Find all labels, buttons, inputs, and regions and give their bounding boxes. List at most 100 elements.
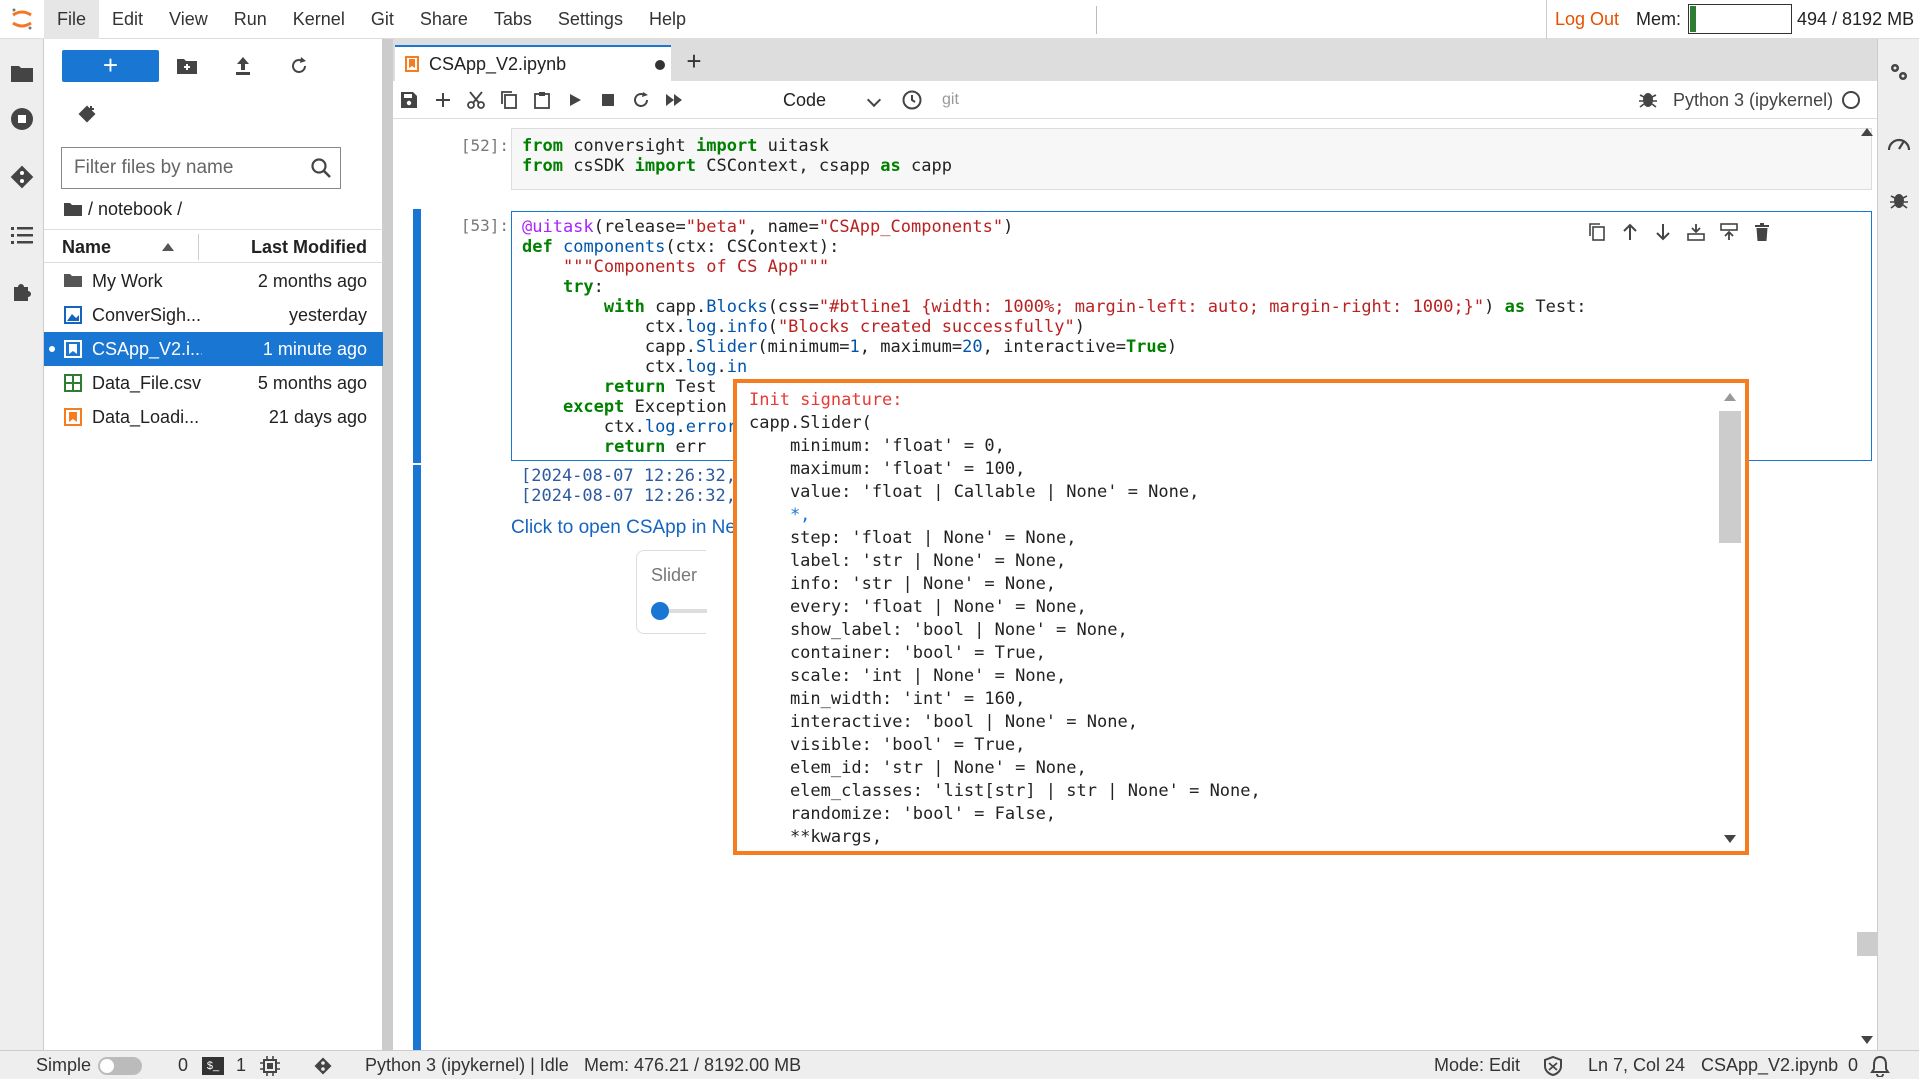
debugger-icon[interactable]: [1886, 187, 1912, 213]
cut-icon[interactable]: [462, 86, 490, 114]
git-clone-icon[interactable]: [72, 99, 102, 129]
kernel-chip-icon[interactable]: [260, 1056, 280, 1076]
chevron-down-icon: [866, 92, 882, 108]
file-row-data-loading[interactable]: Data_Loadi... 21 days ago: [44, 400, 383, 434]
tab-csapp-v2[interactable]: CSApp_V2.ipynb: [395, 45, 671, 81]
kernel-status-icon: [1842, 91, 1860, 109]
tooltip-header: Init signature:: [749, 390, 903, 410]
menu-run[interactable]: Run: [221, 0, 280, 39]
sidebar-resize-handle[interactable]: [383, 39, 393, 1050]
tooltip-param: visible: 'bool' = True,: [749, 735, 1026, 755]
kernel-status[interactable]: Python 3 (ipykernel) | Idle: [365, 1051, 569, 1080]
code-cell-52[interactable]: from conversight import uitask from csSD…: [511, 128, 1872, 190]
file-row-my-work[interactable]: My Work 2 months ago: [44, 264, 383, 298]
refresh-icon[interactable]: [284, 51, 314, 81]
extensions-icon[interactable]: [8, 277, 36, 305]
notebook-scrollbar[interactable]: [1841, 120, 1877, 1050]
breadcrumb-path[interactable]: / notebook /: [88, 195, 182, 223]
delete-cell-icon[interactable]: [1749, 219, 1775, 245]
output-collapse-bar[interactable]: [413, 465, 421, 1050]
filter-files-input[interactable]: Filter files by name: [61, 147, 341, 189]
menu-edit[interactable]: Edit: [99, 0, 156, 39]
slider-handle[interactable]: [651, 602, 669, 620]
scroll-up-arrow-icon[interactable]: [1861, 128, 1873, 136]
menu-help[interactable]: Help: [636, 0, 699, 39]
code-line: capp.Slider(minimum=1, maximum=20, inter…: [522, 337, 1178, 357]
stop-icon[interactable]: [594, 86, 622, 114]
trusted-shield-icon[interactable]: [1543, 1055, 1563, 1077]
upload-icon[interactable]: [228, 51, 258, 81]
git-icon[interactable]: [8, 163, 36, 191]
notification-count[interactable]: 0: [1848, 1051, 1858, 1080]
paste-icon[interactable]: [528, 86, 556, 114]
slider-track[interactable]: [667, 609, 707, 613]
table-of-contents-icon[interactable]: [8, 221, 36, 249]
menu-file[interactable]: File: [44, 0, 100, 39]
move-down-icon[interactable]: [1650, 219, 1676, 245]
logout-button[interactable]: Log Out: [1546, 0, 1627, 39]
running-sessions-icon[interactable]: [8, 105, 36, 133]
bell-icon[interactable]: [1870, 1055, 1890, 1078]
new-launcher-button[interactable]: +: [62, 50, 159, 82]
cursor-position[interactable]: Ln 7, Col 24: [1588, 1051, 1685, 1080]
notebook-toolbar: Code git Python 3 (ipykernel): [393, 81, 1877, 119]
terminal-icon[interactable]: $_: [202, 1057, 224, 1075]
tooltip-param: scale: 'int | None' = None,: [749, 666, 1067, 686]
menu-view[interactable]: View: [156, 0, 221, 39]
notebook-icon: [64, 340, 82, 358]
tab-label: CSApp_V2.ipynb: [429, 54, 567, 74]
simple-mode-toggle[interactable]: [98, 1057, 142, 1075]
menu-tabs[interactable]: Tabs: [481, 0, 545, 39]
resource-usage-icon[interactable]: [1886, 131, 1912, 157]
insert-above-icon[interactable]: [1683, 219, 1709, 245]
sort-ascending-icon[interactable]: [162, 243, 174, 251]
cell-type-dropdown[interactable]: Code: [775, 83, 883, 117]
scrollbar-thumb[interactable]: [1719, 411, 1741, 543]
scroll-down-arrow-icon[interactable]: [1724, 835, 1736, 843]
git-label[interactable]: git: [942, 81, 959, 119]
kernel-count[interactable]: 1: [236, 1051, 246, 1080]
tooltip-scrollbar[interactable]: [1719, 387, 1741, 851]
debugger-icon[interactable]: [1638, 89, 1660, 111]
file-name: ConverSigh...: [92, 305, 202, 325]
save-icon[interactable]: [395, 86, 423, 114]
scrollbar-thumb[interactable]: [1857, 932, 1877, 956]
scroll-up-arrow-icon[interactable]: [1724, 393, 1736, 401]
menu-share[interactable]: Share: [407, 0, 481, 39]
scroll-down-arrow-icon[interactable]: [1861, 1036, 1873, 1044]
duplicate-cell-icon[interactable]: [1584, 219, 1610, 245]
unsaved-dot-icon[interactable]: [655, 60, 665, 70]
menubar: File Edit View Run Kernel Git Share Tabs…: [0, 0, 1919, 39]
copy-icon[interactable]: [495, 86, 523, 114]
notebook-icon: [64, 408, 82, 426]
file-row-csapp-v2[interactable]: CSApp_V2.i... 1 minute ago: [44, 332, 383, 366]
insert-cell-icon[interactable]: [429, 86, 457, 114]
memory-value: 494 / 8192 MB: [1797, 9, 1915, 29]
edit-mode-status[interactable]: Mode: Edit: [1434, 1051, 1520, 1080]
new-tab-button[interactable]: +: [679, 47, 709, 77]
fast-forward-icon[interactable]: [660, 86, 688, 114]
breadcrumb: / notebook /: [64, 195, 182, 223]
folder-icon[interactable]: [8, 59, 36, 87]
menubar-divider: [1096, 6, 1097, 34]
kernel-name[interactable]: Python 3 (ipykernel): [1673, 81, 1833, 119]
last-modified-column-header[interactable]: Last Modified: [251, 230, 367, 264]
move-up-icon[interactable]: [1617, 219, 1643, 245]
new-folder-icon[interactable]: [172, 51, 202, 81]
collapse-bar[interactable]: [413, 209, 421, 463]
menu-settings[interactable]: Settings: [545, 0, 636, 39]
file-row-conversight[interactable]: ConverSigh... yesterday: [44, 298, 383, 332]
open-csapp-link[interactable]: Click to open CSApp in Ne: [511, 517, 736, 539]
run-icon[interactable]: [561, 86, 589, 114]
menu-kernel[interactable]: Kernel: [280, 0, 358, 39]
file-row-data-file-csv[interactable]: Data_File.csv 5 months ago: [44, 366, 383, 400]
folder-icon[interactable]: [64, 202, 82, 216]
restart-icon[interactable]: [627, 86, 655, 114]
insert-below-icon[interactable]: [1716, 219, 1742, 245]
terminal-count[interactable]: 0: [178, 1051, 188, 1080]
git-icon[interactable]: [312, 1055, 334, 1077]
property-inspector-icon[interactable]: [1886, 59, 1912, 85]
clock-icon[interactable]: [898, 86, 926, 114]
name-column-header[interactable]: Name: [62, 230, 111, 264]
menu-git[interactable]: Git: [358, 0, 407, 39]
